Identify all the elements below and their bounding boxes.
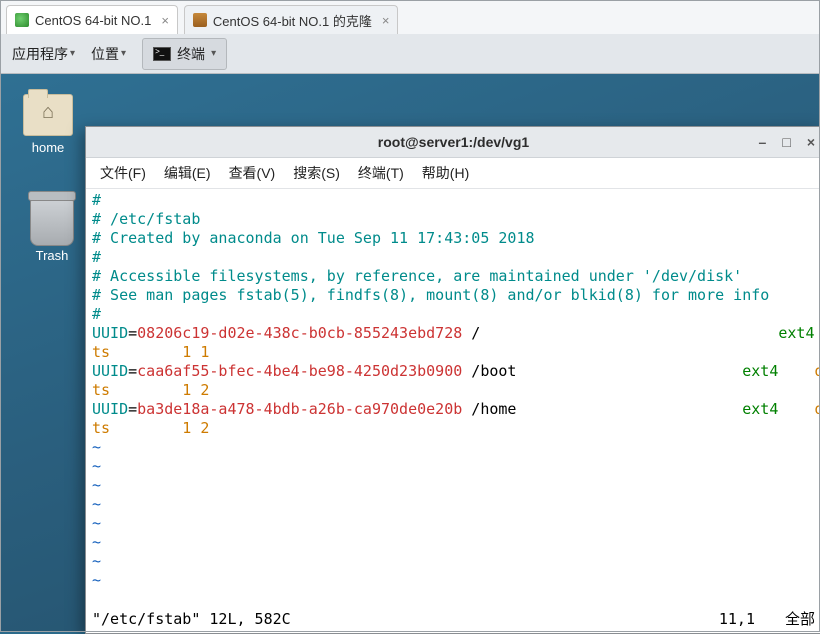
menu-label: 位置 [91,44,119,64]
vm-box-icon [193,13,207,27]
chevron-down-icon: ▾ [121,48,126,59]
folder-icon [23,94,73,136]
vim-empty-line: ~ [92,571,101,589]
menu-search[interactable]: 搜索(S) [293,163,340,183]
vim-empty-line: ~ [92,476,101,494]
vm-tab-inactive[interactable]: CentOS 64-bit NO.1 的克隆 × [184,5,399,34]
menu-help[interactable]: 帮助(H) [422,163,469,183]
equals: = [128,324,137,342]
comment-line: # Created by anaconda on Tue Sep 11 17:4… [92,229,535,247]
comment-line: # [92,248,101,266]
options-wrap: ts 1 2 [92,381,209,399]
window-title: root@server1:/dev/vg1 [378,134,529,150]
fstype: ext4 [742,400,778,418]
terminal-window: root@server1:/dev/vg1 – □ × 文件(F) 编辑(E) … [85,126,820,634]
comment-line: # [92,191,101,209]
vm-tab-label: CentOS 64-bit NO.1 [35,13,151,28]
gnome-top-panel: 应用程序 ▾ 位置 ▾ 终端 ▾ [0,34,820,74]
task-label: 终端 [177,44,205,64]
options: defaul [814,362,820,380]
comment-line: # [92,305,101,323]
uuid-value: caa6af55-bfec-4be4-be98-4250d23b0900 [137,362,462,380]
terminal-menubar: 文件(F) 编辑(E) 查看(V) 搜索(S) 终端(T) 帮助(H) [86,158,820,189]
vim-empty-line: ~ [92,457,101,475]
places-menu[interactable]: 位置 ▾ [85,42,132,66]
menu-file[interactable]: 文件(F) [100,163,146,183]
mountpoint: /home [462,400,616,418]
desktop-trash[interactable]: Trash [20,196,84,263]
applications-menu[interactable]: 应用程序 ▾ [6,42,81,66]
status-scroll: 全部 [785,610,815,629]
menu-edit[interactable]: 编辑(E) [164,163,211,183]
mountpoint: / [462,324,616,342]
terminal-titlebar[interactable]: root@server1:/dev/vg1 – □ × [86,127,820,158]
status-file: "/etc/fstab" 12L, 582C [92,610,291,629]
options-wrap: ts 1 2 [92,419,209,437]
mountpoint: /boot [462,362,616,380]
comment-line: # See man pages fstab(5), findfs(8), mou… [92,286,769,304]
menu-terminal[interactable]: 终端(T) [358,163,404,183]
minimize-button[interactable]: – [759,134,767,150]
uuid-key: UUID [92,324,128,342]
vim-empty-line: ~ [92,514,101,532]
fstype: ext4 [778,324,814,342]
menu-label: 应用程序 [12,44,68,64]
options: defaul [814,400,820,418]
vim-empty-line: ~ [92,533,101,551]
vm-tab-strip: CentOS 64-bit NO.1 × CentOS 64-bit NO.1 … [0,0,820,35]
vim-empty-line: ~ [92,495,101,513]
equals: = [128,362,137,380]
trash-icon [30,196,74,246]
options-wrap: ts 1 1 [92,343,209,361]
taskbar-terminal-button[interactable]: 终端 ▾ [142,38,227,70]
vim-empty-line: ~ [92,552,101,570]
status-pos: 11,1 [719,610,755,629]
close-icon[interactable]: × [382,13,390,28]
menu-view[interactable]: 查看(V) [229,163,276,183]
chevron-down-icon: ▾ [211,48,216,59]
uuid-value: 08206c19-d02e-438c-b0cb-855243ebd728 [137,324,462,342]
desktop-home-folder[interactable]: home [16,94,80,155]
vim-empty-line: ~ [92,438,101,456]
terminal-icon [153,47,171,61]
icon-label: home [16,140,80,155]
chevron-down-icon: ▾ [70,48,75,59]
comment-line: # Accessible filesystems, by reference, … [92,267,742,285]
terminal-body[interactable]: # # /etc/fstab # Created by anaconda on … [86,187,820,633]
vm-tab-active[interactable]: CentOS 64-bit NO.1 × [6,5,178,34]
uuid-key: UUID [92,362,128,380]
comment-line: # /etc/fstab [92,210,200,228]
maximize-button[interactable]: □ [782,134,790,150]
icon-label: Trash [20,248,84,263]
window-controls: – □ × [759,127,815,157]
close-icon[interactable]: × [161,13,169,28]
equals: = [128,400,137,418]
uuid-value: ba3de18a-a478-4bdb-a26b-ca970de0e20b [137,400,462,418]
vm-running-icon [15,13,29,27]
vim-status-line: "/etc/fstab" 12L, 582C 11,1 全部 [92,610,815,629]
fstype: ext4 [742,362,778,380]
close-button[interactable]: × [807,134,815,150]
uuid-key: UUID [92,400,128,418]
vm-tab-label: CentOS 64-bit NO.1 的克隆 [213,11,372,30]
